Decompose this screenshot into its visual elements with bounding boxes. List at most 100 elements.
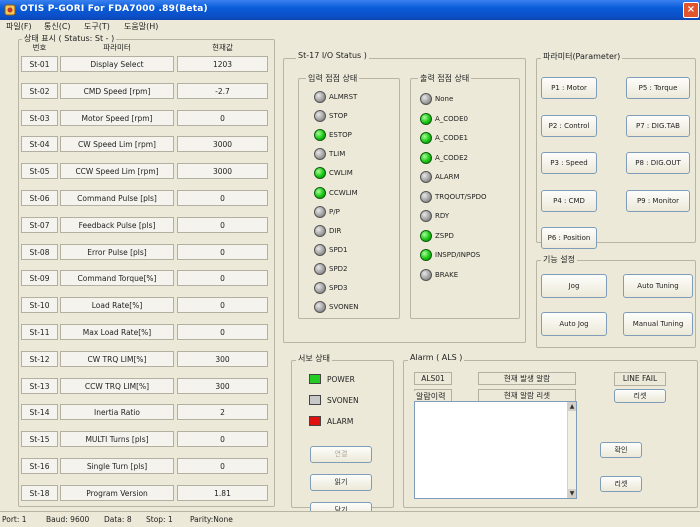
alarm-history-list[interactable]: ▲ ▼ [414, 401, 577, 499]
table-row: St-09 Command Torque[%] 0 [21, 270, 270, 287]
output-led-icon [420, 229, 432, 242]
menu-file[interactable]: 파일(F) [6, 21, 32, 32]
param-button[interactable]: P5 : Torque [626, 77, 690, 99]
servo-indicator-icon [309, 395, 321, 405]
menu-help[interactable]: 도움말(H) [124, 21, 158, 32]
status-port: Port: 1 [2, 515, 27, 524]
table-row: St-07 Feedback Pulse [pls] 0 [21, 216, 270, 233]
cell-no: St-10 [21, 297, 58, 314]
table-row: St-03 Motor Speed [rpm] 0 [21, 109, 270, 126]
output-label: RDY [435, 212, 450, 220]
input-led-icon [314, 186, 326, 199]
cell-no: St-18 [21, 484, 58, 501]
servo-group-title: 서보 상태 [296, 353, 332, 364]
input-led-icon [314, 243, 326, 256]
cell-value: 1203 [177, 56, 268, 72]
tune-group-title: 기능 설정 [541, 254, 577, 265]
cell-no: St-15 [21, 431, 58, 448]
cell-value: 2 [177, 404, 268, 421]
param-button[interactable]: P4 : CMD [541, 189, 597, 212]
output-led-icon [420, 171, 432, 183]
output-label: ALARM [435, 173, 460, 181]
input-led-icon [314, 282, 326, 294]
input-label: SPD1 [329, 245, 348, 254]
cell-value: 300 [177, 350, 268, 367]
scroll-down-icon[interactable]: ▼ [568, 489, 576, 498]
cell-name: CCW TRQ LIM[%] [60, 377, 174, 394]
alarm-reset-button[interactable]: 리셋 [600, 476, 642, 492]
servo-button[interactable]: 연결 [310, 446, 372, 463]
alarm-row-reset-button[interactable]: 리셋 [614, 389, 666, 403]
tune-button[interactable]: Manual Tuning [623, 312, 693, 336]
servo-label: POWER [327, 375, 355, 384]
param-button[interactable]: P3 : Speed [541, 152, 597, 174]
menu-tools[interactable]: 도구(T) [84, 21, 110, 32]
servo-label: ALARM [327, 417, 354, 426]
input-led-icon [314, 301, 326, 314]
tune-button[interactable]: Jog [541, 274, 607, 298]
table-row: St-14 Inertia Ratio 2 [21, 404, 270, 421]
output-led-icon [420, 249, 432, 261]
header-no: 번호 [32, 43, 47, 52]
menu-comm[interactable]: 통신(C) [44, 21, 71, 32]
status-bar: Port: 1 Baud: 9600 Data: 8 Stop: 1 Parit… [0, 511, 700, 527]
output-label: A_CODE0 [435, 114, 468, 123]
input-label: TLIM [329, 150, 346, 159]
title-bar: OTIS P-GORI For FDA7000 .89(Beta) × [0, 0, 700, 20]
servo-indicator-icon [309, 374, 321, 384]
cell-value: 0 [177, 190, 268, 206]
servo-label: SVONEN [327, 396, 359, 405]
cell-name: Load Rate[%] [60, 297, 174, 314]
param-button[interactable]: P1 : Motor [541, 77, 597, 99]
table-row: St-02 CMD Speed [rpm] -2.7 [21, 82, 270, 99]
param-button[interactable]: P2 : Control [541, 114, 597, 137]
param-button[interactable]: P8 : DIG.OUT [626, 152, 690, 174]
alarm-result: LINE FAIL [614, 372, 666, 386]
cell-value: 0 [177, 431, 268, 448]
table-row: St-08 Error Pulse [pls] 0 [21, 243, 270, 260]
cell-no: St-07 [21, 216, 58, 233]
alarm-confirm-button[interactable]: 확인 [600, 442, 642, 458]
cell-no: St-03 [21, 109, 58, 126]
servo-button[interactable]: 읽기 [310, 474, 372, 491]
cell-no: St-12 [21, 350, 58, 367]
cell-value: 1.81 [177, 484, 268, 501]
app-icon [4, 4, 16, 16]
scroll-up-icon[interactable]: ▲ [568, 402, 576, 411]
input-label: SPD2 [329, 264, 348, 273]
param-button[interactable]: P6 : Position [541, 227, 597, 249]
cell-name: Command Pulse [pls] [60, 190, 174, 206]
param-button[interactable]: P9 : Monitor [626, 189, 690, 212]
output-label: TRQOUT/SPDO [435, 192, 487, 201]
alarm-history-scrollbar[interactable]: ▲ ▼ [567, 402, 576, 498]
close-button[interactable]: × [683, 2, 699, 18]
cell-no: St-13 [21, 377, 58, 394]
output-led-icon [420, 151, 432, 164]
cell-name: Motor Speed [rpm] [60, 109, 174, 126]
output-led-icon [420, 268, 432, 281]
cell-value: 0 [177, 243, 268, 260]
table-row: St-11 Max Load Rate[%] 0 [21, 324, 270, 340]
input-label: SPD3 [329, 284, 348, 292]
input-led-icon [314, 91, 326, 103]
cell-value: -2.7 [177, 82, 268, 99]
input-label: ESTOP [329, 131, 352, 140]
tune-button[interactable]: Auto Tuning [623, 274, 693, 298]
cell-name: Inertia Ratio [60, 404, 174, 421]
cell-no: St-11 [21, 324, 58, 340]
output-led-icon [420, 132, 432, 144]
param-button[interactable]: P7 : DIG.TAB [626, 114, 690, 137]
input-label: CCWLIM [329, 188, 358, 197]
cell-name: Display Select [60, 56, 174, 72]
servo-indicator-icon [309, 416, 321, 426]
cell-no: St-02 [21, 82, 58, 99]
cell-name: CCW Speed Lim [rpm] [60, 163, 174, 180]
output-label: ZSPD [435, 231, 454, 240]
input-label: DIR [329, 226, 342, 235]
tune-button[interactable]: Auto Jog [541, 312, 607, 336]
cell-name: Max Load Rate[%] [60, 324, 174, 340]
table-row: St-12 CW TRQ LIM[%] 300 [21, 350, 270, 367]
cell-name: Error Pulse [pls] [60, 243, 174, 260]
window-title: OTIS P-GORI For FDA7000 .89(Beta) [20, 4, 208, 14]
cell-no: St-04 [21, 136, 58, 153]
